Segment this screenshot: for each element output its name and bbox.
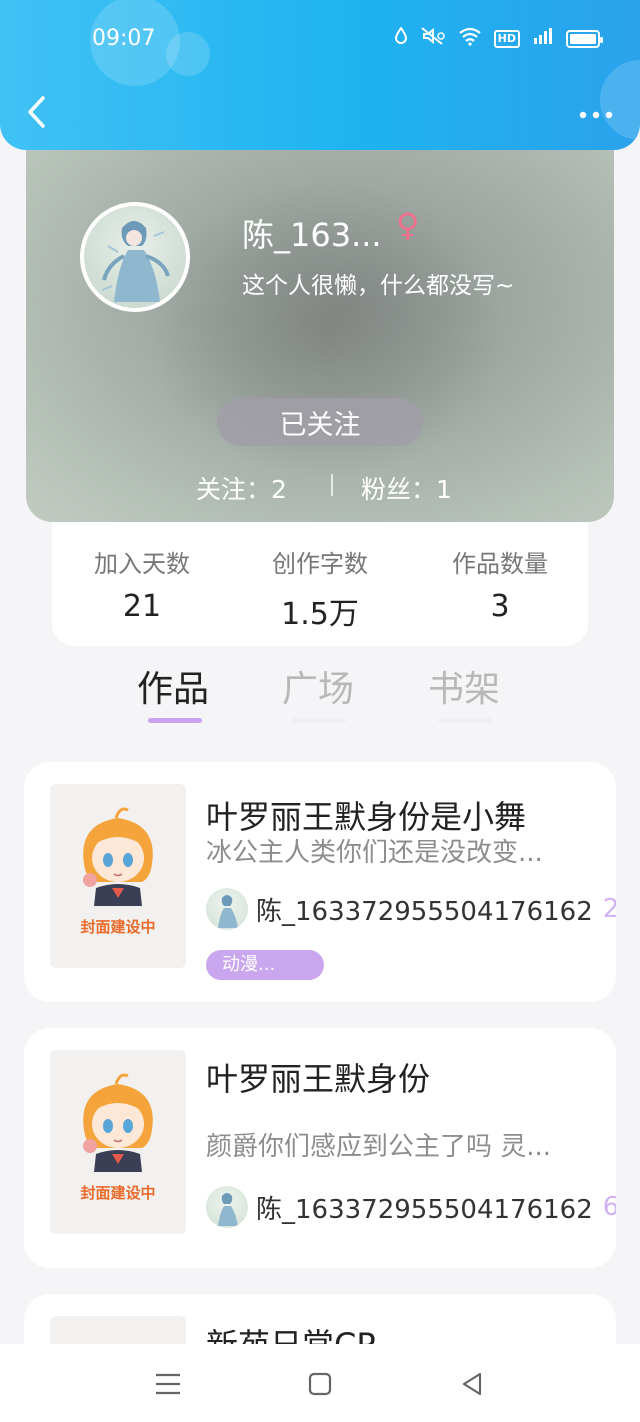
decor-bubble — [166, 32, 210, 76]
author-name: 陈_16337295550417616​2 — [256, 896, 593, 927]
menu-lines-icon — [156, 1373, 180, 1395]
follow-button[interactable]: 已关注 — [217, 398, 423, 446]
location-icon — [394, 26, 408, 50]
tab-square[interactable]: 广场 — [282, 660, 354, 712]
username: 陈_163... — [242, 216, 382, 254]
tab-square-indicator — [292, 718, 346, 723]
hd-icon: HD — [493, 29, 520, 48]
chevron-left-icon — [28, 96, 45, 128]
stat-value: 3 — [490, 589, 510, 624]
female-icon: ♀ — [396, 206, 420, 244]
anime-girl-icon — [83, 1073, 153, 1172]
mute-icon — [420, 26, 446, 51]
avatar[interactable] — [80, 202, 190, 312]
profile-card: 陈_163... ♀ 这个人很懒，什么都没写~ 已关注 关注：2 粉丝：1 — [26, 120, 614, 522]
fans-count[interactable]: 粉丝：1 — [361, 470, 452, 506]
home-button[interactable] — [304, 1368, 336, 1400]
work-author-row: 陈_16337295550417616​2 638 — [206, 1186, 616, 1228]
stat-works-count: 作品数量 3 — [410, 544, 590, 624]
menu-button[interactable] — [152, 1368, 184, 1400]
author-avatar — [206, 888, 248, 930]
status-icons: HD — [394, 26, 603, 51]
user-bio: 这个人很懒，什么都没写~ — [242, 273, 515, 299]
work-cover[interactable]: 封面建设中 — [50, 1050, 186, 1234]
author-avatar — [206, 1186, 248, 1228]
battery-icon — [566, 29, 603, 48]
system-back-button[interactable] — [456, 1368, 488, 1400]
work-desc: 冰公主人类你们还是没改变... — [206, 838, 543, 868]
cover-placeholder-text: 封面建设中 — [80, 1184, 156, 1202]
square-icon — [308, 1372, 332, 1396]
stat-value: 21 — [122, 589, 162, 624]
work-tag[interactable]: 动漫... — [206, 950, 324, 980]
tab-works-indicator — [148, 718, 202, 723]
tab-works[interactable]: 作品 — [137, 660, 209, 712]
more-button[interactable] — [574, 100, 618, 130]
following-count[interactable]: 关注：2 — [196, 470, 287, 506]
stat-label: 加入天数 — [94, 550, 190, 578]
work-author-row: 陈_16337295550417616​2 250 — [206, 888, 616, 930]
status-time: 09:07 — [92, 26, 156, 51]
signal-icon — [532, 26, 554, 51]
back-button[interactable] — [18, 92, 54, 132]
stat-value: 1.5万 — [281, 597, 359, 632]
more-dots-icon — [579, 111, 613, 119]
triangle-back-icon — [462, 1372, 482, 1396]
stat-word-count: 创作字数 1.5万 — [230, 544, 410, 633]
wifi-icon — [458, 26, 482, 51]
work-title[interactable]: 叶罗丽王默身份 — [206, 1054, 430, 1100]
work-desc: 颜爵你们感应到公主了吗 灵... — [206, 1132, 552, 1162]
stat-divider — [331, 474, 333, 496]
anime-girl-icon — [83, 807, 153, 906]
stat-label: 创作字数 — [272, 550, 368, 578]
top-header: 09:07 HD — [0, 0, 640, 150]
cover-placeholder-text: 封面建设中 — [80, 918, 156, 936]
avatar-figure-icon — [101, 221, 170, 302]
author-name: 陈_16337295550417616​2 — [256, 1194, 593, 1225]
work-card[interactable]: 封面建设中 叶罗丽王默身份 颜爵你们感应到公主了吗 灵... 陈_1633729… — [24, 1028, 616, 1268]
word-count: 638 — [602, 1192, 616, 1222]
word-count: 250 — [602, 894, 616, 924]
system-nav-bar — [0, 1344, 640, 1422]
work-cover[interactable]: 封面建设中 — [50, 784, 186, 968]
stat-join-days: 加入天数 21 — [52, 544, 232, 624]
tab-bookshelf-indicator — [438, 718, 492, 723]
stat-label: 作品数量 — [452, 550, 548, 578]
work-card[interactable]: 封面建设中 叶罗丽王默身份是小舞 冰公主人类你们还是没改变... 陈_16337… — [24, 762, 616, 1002]
tab-bookshelf[interactable]: 书架 — [428, 660, 500, 712]
